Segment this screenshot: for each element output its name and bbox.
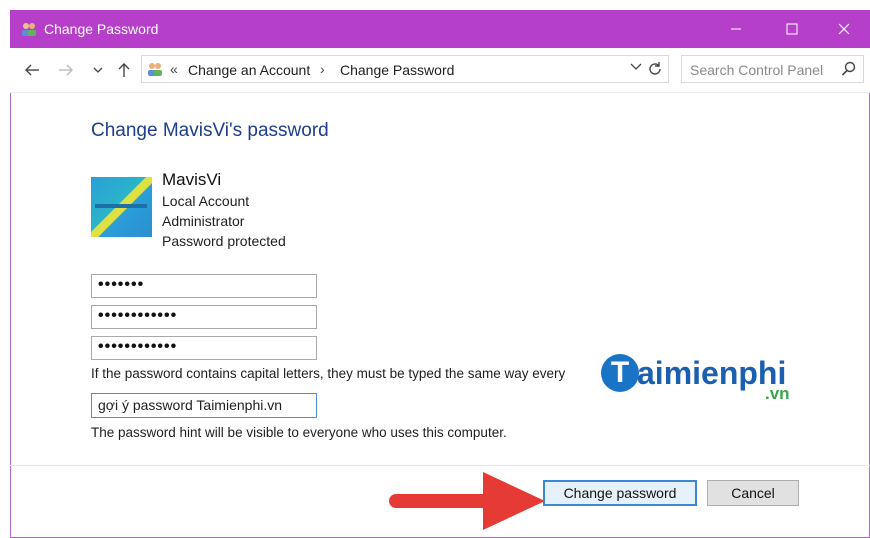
capital-letters-note: If the password contains capital letters…	[91, 366, 566, 381]
new-password-value: ••••••••••••	[98, 307, 178, 324]
up-button[interactable]	[114, 60, 134, 80]
hint-visibility-note: The password hint will be visible to eve…	[91, 425, 507, 440]
refresh-icon[interactable]	[646, 60, 664, 78]
address-dropdown-icon[interactable]	[630, 62, 642, 72]
confirm-password-value: ••••••••••••	[98, 338, 178, 355]
breadcrumb-overflow[interactable]: «	[170, 61, 178, 77]
arrow-left-icon	[25, 64, 39, 76]
close-icon	[838, 23, 850, 35]
taimienphi-watermark: T aimienphi .vn	[601, 354, 801, 414]
maximize-button[interactable]	[766, 10, 818, 48]
current-password-field[interactable]: •••••••	[91, 274, 317, 298]
arrow-up-icon	[118, 63, 130, 77]
back-button[interactable]	[22, 60, 42, 80]
account-status: Password protected	[162, 233, 286, 249]
watermark-suffix: .vn	[765, 384, 790, 403]
maximize-icon	[786, 23, 798, 35]
watermark-word: aimienphi	[637, 355, 787, 391]
breadcrumb-separator[interactable]: ›	[320, 61, 325, 77]
breadcrumb-change-an-account[interactable]: Change an Account	[188, 62, 310, 78]
user-name: MavisVi	[162, 170, 222, 189]
confirm-password-field[interactable]: ••••••••••••	[91, 336, 317, 360]
account-role: Administrator	[162, 213, 245, 229]
recent-locations-button[interactable]	[88, 60, 108, 80]
address-bar[interactable]: « Change an Account › Change Password	[141, 55, 669, 83]
navigation-bar: « Change an Account › Change Password Se…	[10, 48, 870, 93]
password-hint-value: gợi ý password Taimienphi.vn	[98, 397, 283, 413]
users-icon	[22, 23, 36, 36]
new-password-field[interactable]: ••••••••••••	[91, 305, 317, 329]
change-password-button[interactable]: Change password	[543, 480, 697, 506]
search-box[interactable]: Search Control Panel	[681, 55, 864, 83]
account-type: Local Account	[162, 193, 250, 209]
minimize-icon	[731, 28, 741, 30]
user-avatar	[91, 177, 152, 237]
current-password-value: •••••••	[98, 276, 145, 293]
cancel-button[interactable]: Cancel	[707, 480, 799, 506]
footer-divider	[10, 465, 870, 466]
watermark-letter: T	[601, 354, 639, 392]
password-hint-field[interactable]: gợi ý password Taimienphi.vn	[91, 393, 317, 418]
control-panel-icon	[148, 63, 162, 76]
avatar-band	[95, 204, 147, 208]
chevron-down-icon	[93, 67, 103, 73]
close-button[interactable]	[818, 10, 870, 48]
window-title: Change Password	[44, 21, 159, 37]
arrow-right-icon	[59, 64, 73, 76]
change-password-window: Change Password « Change an Account › Ch…	[10, 10, 870, 538]
search-icon[interactable]	[841, 61, 857, 77]
page-title: Change MavisVi's password	[91, 120, 329, 141]
search-placeholder: Search Control Panel	[690, 62, 824, 78]
forward-button[interactable]	[56, 60, 76, 80]
red-arrow-annotation	[389, 472, 545, 530]
minimize-button[interactable]	[710, 10, 762, 48]
title-bar: Change Password	[10, 10, 870, 48]
breadcrumb-change-password[interactable]: Change Password	[340, 62, 454, 78]
